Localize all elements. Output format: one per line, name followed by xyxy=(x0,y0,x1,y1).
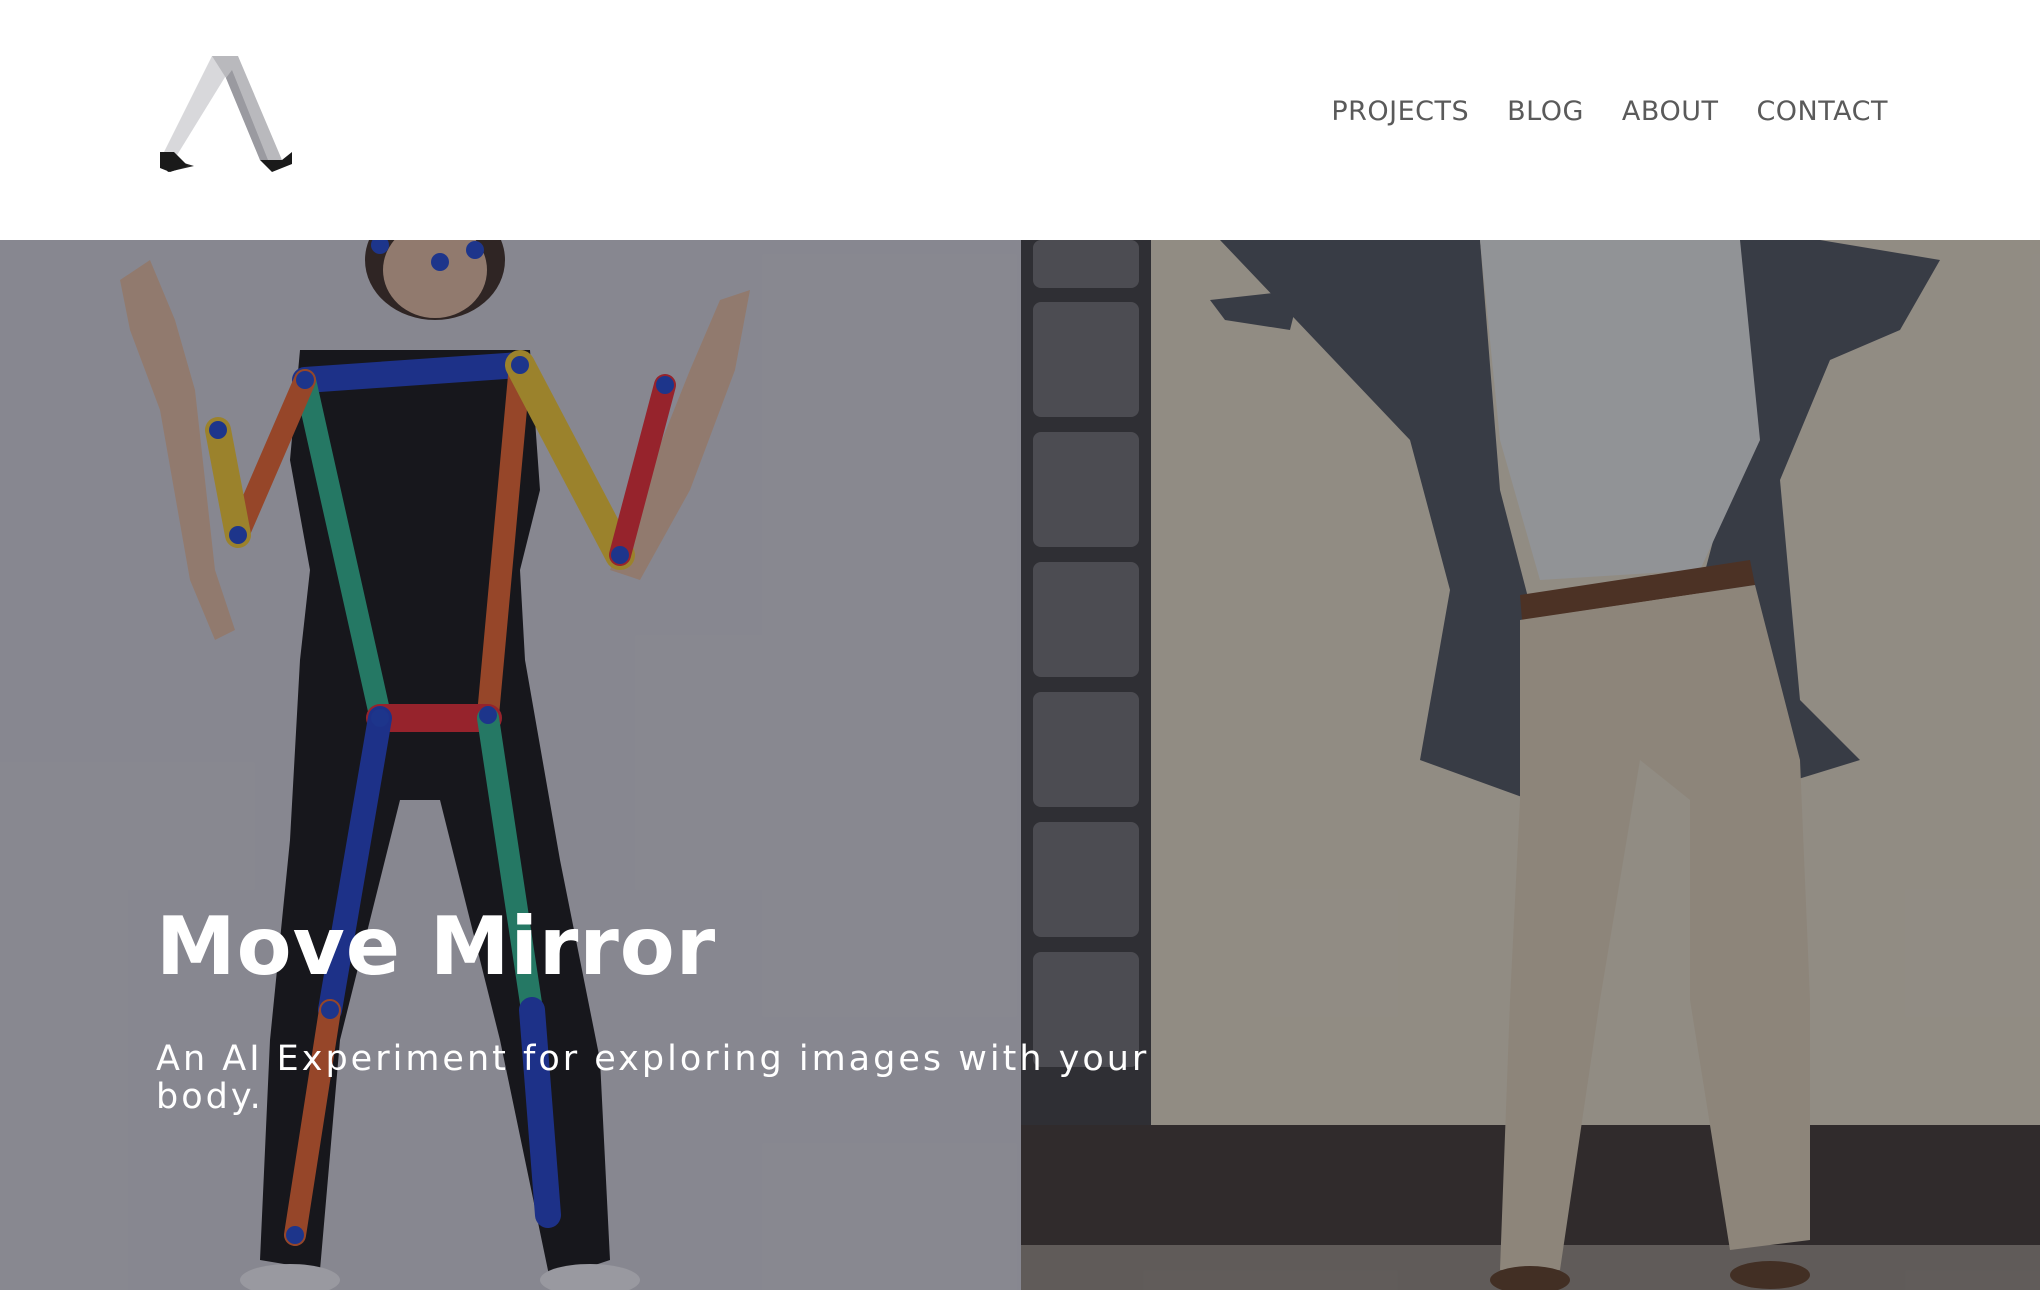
site-header: PROJECTS BLOG ABOUT CONTACT xyxy=(0,0,2040,240)
page: PROJECTS BLOG ABOUT CONTACT Move Mirror … xyxy=(0,0,2040,1290)
nav-projects-link[interactable]: PROJECTS xyxy=(1331,96,1469,127)
hero-subtitle: An AI Experiment for exploring images wi… xyxy=(156,1039,1150,1117)
hero-dark-overlay xyxy=(0,240,2040,1290)
nav-contact-link[interactable]: CONTACT xyxy=(1756,96,1888,127)
nav-about-link[interactable]: ABOUT xyxy=(1622,96,1719,127)
logo-link[interactable] xyxy=(160,56,292,172)
hero-banner: Move Mirror An AI Experiment for explori… xyxy=(0,240,2040,1290)
nav-blog-link[interactable]: BLOG xyxy=(1507,96,1584,127)
main-nav: PROJECTS BLOG ABOUT CONTACT xyxy=(1331,96,1888,127)
hero-title: Move Mirror xyxy=(156,900,717,993)
impossible-triangle-logo-icon xyxy=(160,56,292,172)
